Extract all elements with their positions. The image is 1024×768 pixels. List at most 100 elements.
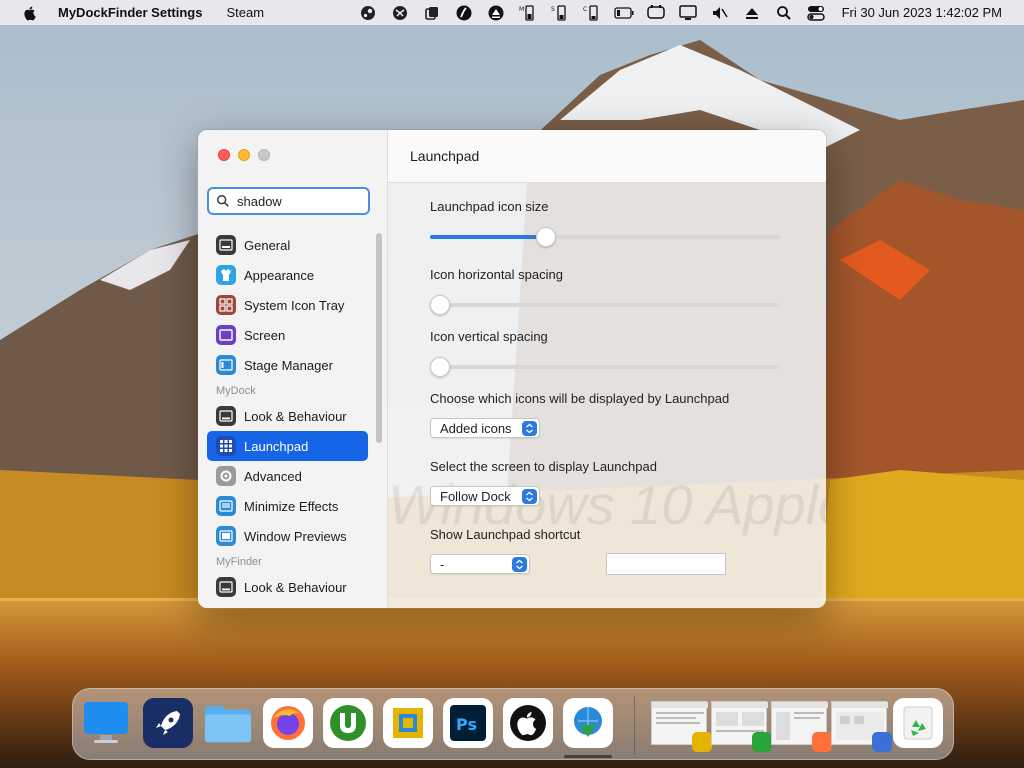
podcast-icon[interactable]	[453, 4, 475, 22]
sidebar: General Appearance System Icon Tray Scre…	[198, 130, 388, 608]
icons-choice-label: Choose which icons will be displayed by …	[430, 391, 730, 406]
app-yellow-icon	[692, 732, 712, 752]
sidebar-item-general[interactable]: General	[207, 230, 368, 260]
folder-icon[interactable]	[203, 698, 253, 748]
search-field[interactable]	[207, 187, 370, 215]
memory-usage-icon[interactable]: M	[517, 4, 539, 22]
internet-download-manager-icon	[752, 732, 772, 752]
chevron-updown-icon	[522, 421, 537, 436]
recycle-bin-icon[interactable]	[893, 698, 943, 748]
svg-text:S: S	[551, 6, 555, 13]
icons-choice-select[interactable]: Added icons	[430, 418, 540, 438]
section-myfinder: MyFinder	[216, 555, 262, 568]
airplay-icon[interactable]	[741, 4, 763, 22]
sidebar-item-system-icon-tray[interactable]: System Icon Tray	[207, 290, 368, 320]
slider-knob[interactable]	[535, 227, 556, 247]
steam-icon[interactable]	[357, 4, 379, 22]
firefox-icon[interactable]	[263, 698, 313, 748]
sidebar-item-label: Screen	[244, 327, 286, 343]
window-preview-3[interactable]	[771, 701, 832, 752]
monitor-icon[interactable]	[81, 698, 131, 748]
sidebar-item-advanced[interactable]: Advanced	[207, 461, 368, 491]
status-area: M S C Fri 30 Jun 2023 1:42:02 PM	[352, 0, 1024, 25]
search-input[interactable]	[237, 193, 357, 209]
look-behaviour-icon	[216, 577, 236, 597]
vertical-spacing-slider[interactable]	[430, 357, 780, 377]
launchpad-icon	[216, 436, 236, 456]
control-center-icon[interactable]	[805, 4, 827, 22]
sidebar-item-stage-manager[interactable]: Stage Manager	[207, 350, 368, 380]
sidebar-item-label: General	[244, 237, 291, 253]
copy-icon[interactable]	[421, 4, 443, 22]
utorrent-icon[interactable]	[323, 698, 373, 748]
zoom-button[interactable]	[258, 149, 270, 161]
horizontal-spacing-label: Icon horizontal spacing	[430, 267, 563, 282]
monitor-icon[interactable]	[677, 4, 699, 22]
running-indicator	[564, 755, 612, 758]
sidebar-scrollbar[interactable]	[376, 233, 382, 443]
mute-icon[interactable]	[709, 4, 731, 22]
sidebar-item-label: Look & Behaviour	[244, 408, 347, 424]
photoshop-icon[interactable]: Ps	[443, 698, 493, 748]
slider-knob[interactable]	[430, 295, 450, 315]
window-previews-icon	[216, 526, 236, 546]
screen-select[interactable]: Follow Dock	[430, 486, 540, 506]
sidebar-item-screen[interactable]: Screen	[207, 320, 368, 350]
chevron-updown-icon	[512, 557, 527, 572]
icon-size-slider[interactable]	[430, 227, 780, 247]
app-yellow-icon[interactable]	[383, 698, 433, 748]
close-button[interactable]	[218, 149, 230, 161]
sidebar-item-minimize-effects[interactable]: Minimize Effects	[207, 491, 368, 521]
vertical-spacing-label: Icon vertical spacing	[430, 329, 548, 344]
horizontal-spacing-slider[interactable]	[430, 295, 780, 315]
firefox-icon	[812, 732, 832, 752]
screen-icon	[216, 325, 236, 345]
shortcut-label: Show Launchpad shortcut	[430, 527, 581, 542]
sidebar-item-label: Look & Behaviour	[244, 579, 347, 595]
display-icon[interactable]	[645, 4, 667, 22]
dock: Ps	[72, 688, 954, 760]
window-preview-2[interactable]	[711, 701, 772, 752]
shortcut-modifier-value: -	[440, 556, 445, 572]
settings-window: General Appearance System Icon Tray Scre…	[197, 129, 827, 609]
eject-icon[interactable]	[485, 4, 507, 22]
globe-icon[interactable]	[389, 4, 411, 22]
sidebar-item-appearance[interactable]: Appearance	[207, 260, 368, 290]
sidebar-item-label: Appearance	[244, 267, 315, 283]
shortcut-key-field[interactable]	[606, 553, 726, 575]
sidebar-item-label: Stage Manager	[244, 357, 333, 373]
menu-steam[interactable]: Steam	[226, 5, 264, 20]
svg-text:C: C	[583, 6, 587, 13]
content-pane: Launchpad Windows 10 Apple Launchpad ico…	[388, 130, 826, 608]
sidebar-item-label: Advanced	[244, 468, 302, 484]
sidebar-item-look-behaviour[interactable]: Look & Behaviour	[207, 401, 368, 431]
sidebar-item-finder-look-behaviour[interactable]: Look & Behaviour	[207, 572, 368, 602]
window-controls	[218, 149, 278, 161]
window-preview-4[interactable]	[831, 701, 892, 752]
battery-icon[interactable]	[613, 4, 635, 22]
menu-bar: MyDockFinder Settings Steam M S C Fri 30…	[0, 0, 1024, 25]
search-icon[interactable]	[773, 4, 795, 22]
cpu-usage-icon[interactable]: C	[581, 4, 603, 22]
internet-download-manager-icon[interactable]	[563, 698, 613, 748]
look-behaviour-icon	[216, 406, 236, 426]
shortcut-modifier-select[interactable]: -	[430, 554, 530, 574]
window-preview-1[interactable]	[651, 701, 712, 752]
sidebar-item-launchpad[interactable]: Launchpad	[207, 431, 368, 461]
minimize-button[interactable]	[238, 149, 250, 161]
general-icon	[216, 235, 236, 255]
chevron-updown-icon	[522, 489, 537, 504]
icons-choice-value: Added icons	[440, 420, 512, 436]
slider-knob[interactable]	[430, 357, 450, 377]
app-name-menu[interactable]: MyDockFinder Settings	[58, 5, 202, 20]
rocket-icon[interactable]	[143, 698, 193, 748]
menu-clock[interactable]: Fri 30 Jun 2023 1:42:02 PM	[842, 5, 1002, 20]
finder-icon	[872, 732, 892, 752]
apple-icon[interactable]	[503, 698, 553, 748]
svg-text:M: M	[519, 6, 524, 13]
apple-menu-icon[interactable]	[22, 5, 38, 21]
sidebar-item-label: System Icon Tray	[244, 297, 345, 313]
sidebar-item-window-previews[interactable]: Window Previews	[207, 521, 368, 551]
storage-usage-icon[interactable]: S	[549, 4, 571, 22]
page-title: Launchpad	[388, 130, 826, 183]
